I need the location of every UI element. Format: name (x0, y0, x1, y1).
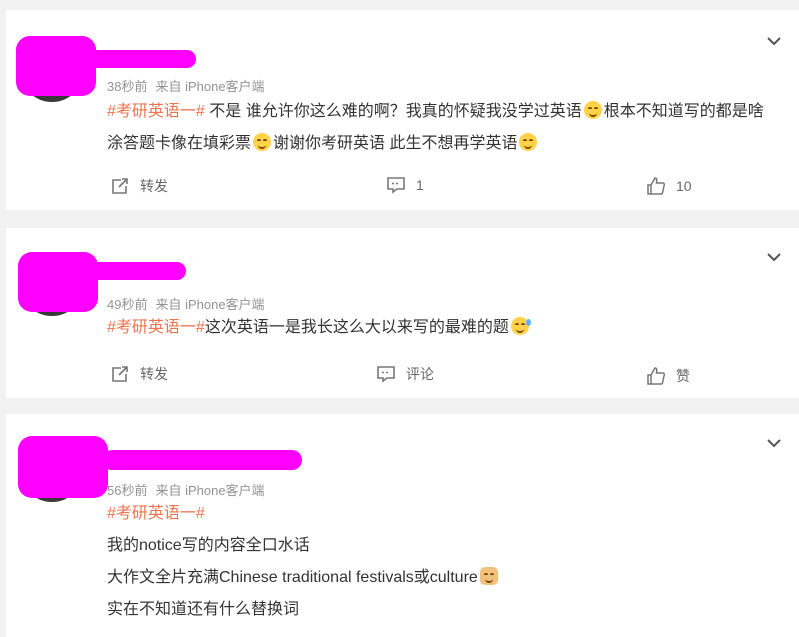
post-meta: 56秒前 来自 iPhone客户端 (107, 480, 273, 499)
post-time[interactable]: 56秒前 (107, 483, 147, 498)
redaction-mark (76, 262, 186, 280)
chevron-down-icon[interactable] (765, 32, 783, 50)
smile-emoji-icon (519, 133, 538, 151)
like-button[interactable]: 赞 (646, 366, 690, 386)
smile-emoji-icon (253, 133, 272, 151)
post-source: 来自 iPhone客户端 (155, 297, 265, 312)
hashtag-link[interactable]: #考研英语一# (107, 319, 205, 336)
post-line: 实在不知道还有什么替换词 (107, 601, 300, 618)
redaction-mark (18, 252, 98, 312)
post-text: #考研英语一# 不是 谁允许你这么难的啊？我真的怀疑我没学过英语 根本不知道写的都… (107, 101, 764, 152)
post-time[interactable]: 38秒前 (107, 79, 147, 94)
post-text: #考研英语一# 我的notice写的内容全口水话 大作文全片充满Chinese … (107, 498, 781, 626)
comment-icon (387, 177, 405, 194)
repost-icon (112, 178, 128, 194)
post-line: 我的notice写的内容全口水话 (107, 537, 310, 554)
like-button[interactable]: 10 (646, 176, 692, 196)
thumbs-up-icon (647, 367, 666, 385)
post-time[interactable]: 49秒前 (107, 297, 147, 312)
post-source: 来自 iPhone客户端 (155, 483, 265, 498)
smile-emoji-icon (583, 101, 602, 119)
post-card: 38秒前 来自 iPhone客户端 #考研英语一# 不是 谁允许你这么难的啊？我真… (6, 10, 799, 210)
hashtag-link[interactable]: #考研英语一# (107, 103, 205, 120)
repost-button[interactable]: 转发 (110, 176, 168, 196)
doge-emoji-icon (479, 567, 498, 585)
sweat-emoji-icon (510, 317, 531, 335)
redaction-mark (66, 50, 196, 68)
chevron-down-icon[interactable] (765, 434, 783, 452)
redaction-mark (102, 450, 302, 470)
post-meta: 49秒前 来自 iPhone客户端 (107, 294, 273, 313)
repost-icon (112, 366, 128, 382)
redaction-mark (18, 436, 108, 498)
post-line: 大作文全片充满Chinese traditional festivals或cul… (107, 562, 781, 594)
post-source: 来自 iPhone客户端 (155, 79, 265, 94)
hashtag-link[interactable]: #考研英语一# (107, 498, 781, 530)
chevron-down-icon[interactable] (765, 248, 783, 266)
thumbs-up-icon (647, 177, 666, 195)
repost-button[interactable]: 转发 (110, 364, 168, 384)
post-meta: 38秒前 来自 iPhone客户端 (107, 76, 273, 95)
comment-icon (377, 366, 395, 383)
post-card: 56秒前 来自 iPhone客户端 #考研英语一# 我的notice写的内容全口水… (6, 414, 799, 637)
post-text: #考研英语一#这次英语一是我长这么大以来写的最难的题 (107, 312, 781, 344)
post-card: 49秒前 来自 iPhone客户端 #考研英语一#这次英语一是我长这么大以来写的最… (6, 228, 799, 398)
comment-button[interactable]: 评论 (376, 364, 434, 384)
comment-button[interactable]: 1 (386, 176, 424, 194)
